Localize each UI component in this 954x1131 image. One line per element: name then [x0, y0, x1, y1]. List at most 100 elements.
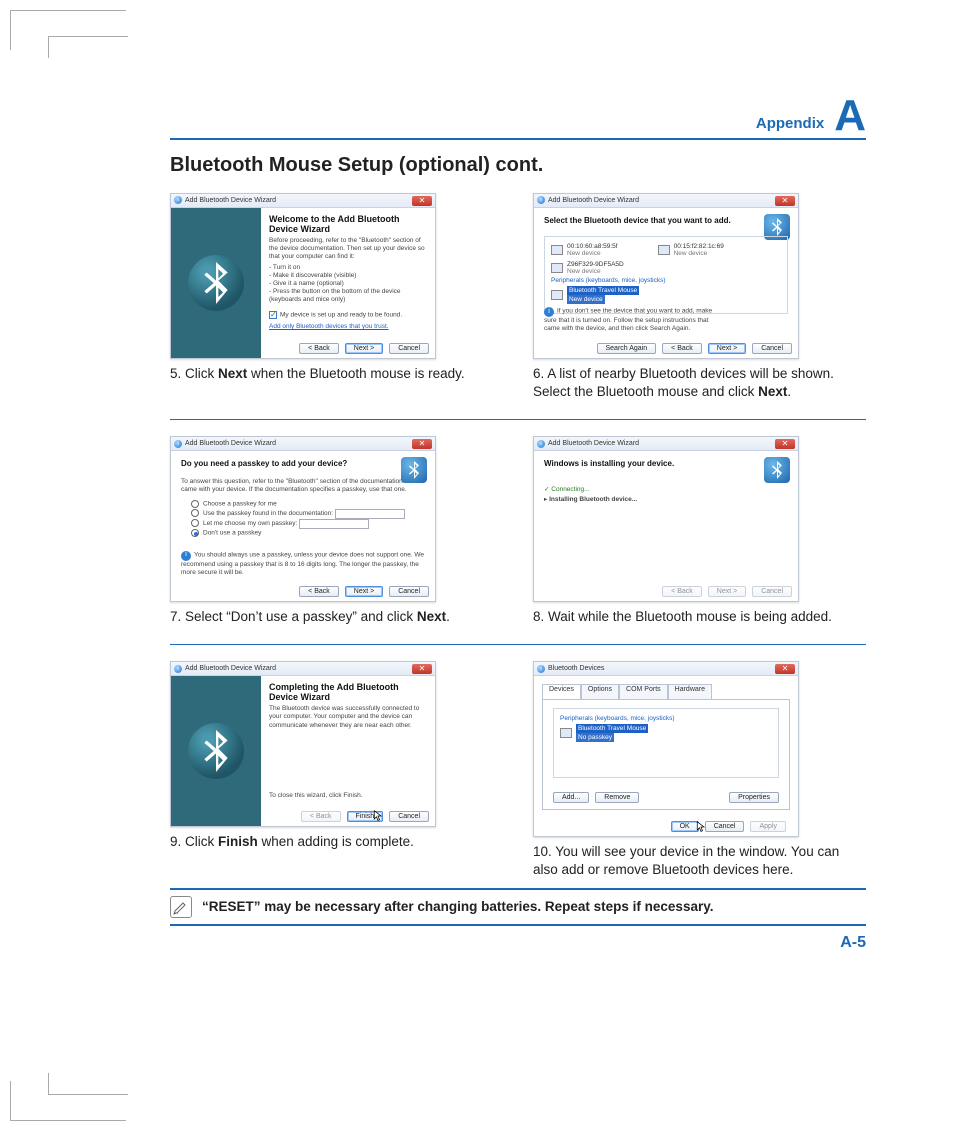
tab-devices[interactable]: Devices	[542, 684, 581, 700]
device-icon	[551, 263, 563, 273]
window-titlebar: i Add Bluetooth Device Wizard ✕	[534, 437, 798, 451]
wizard-text: The Bluetooth device was successfully co…	[269, 705, 427, 729]
passkey-input[interactable]	[299, 519, 369, 529]
row-separator	[170, 644, 866, 645]
cancel-button[interactable]: Cancel	[752, 343, 792, 354]
wizard-heading: Do you need a passkey to add your device…	[181, 459, 425, 468]
next-button[interactable]: Next >	[708, 343, 746, 354]
cancel-button[interactable]: Cancel	[389, 586, 429, 597]
window-title: Bluetooth Devices	[548, 665, 604, 672]
crop-mark	[48, 36, 128, 58]
wizard-text: Before proceeding, refer to the "Bluetoo…	[269, 237, 427, 261]
list-item: - Press the button on the bottom of the …	[269, 288, 427, 304]
wizard-button-row: < Back Next > Cancel	[299, 586, 429, 597]
cancel-button[interactable]: Cancel	[389, 343, 429, 354]
window-titlebar: i Add Bluetooth Device Wizard ✕	[534, 194, 798, 208]
radio-doc[interactable]: Use the passkey found in the documentati…	[191, 509, 425, 519]
wizard-heading: Welcome to the Add Bluetooth Device Wiza…	[269, 214, 427, 234]
next-button[interactable]: Next >	[345, 343, 383, 354]
window-titlebar: i Add Bluetooth Device Wizard ✕	[171, 194, 435, 208]
device-item[interactable]: Z96F329-9DF5A5DNew device	[551, 261, 781, 275]
step-10: i Bluetooth Devices ✕ Devices Options CO…	[533, 661, 866, 879]
device-item-selected[interactable]: Bluetooth Travel MouseNo passkey	[560, 724, 772, 742]
bluetooth-icon	[764, 457, 790, 483]
device-item[interactable]: 00:10:60:a8:59:5fNew device	[551, 243, 618, 257]
crop-mark	[48, 1073, 128, 1095]
close-icon[interactable]: ✕	[412, 439, 432, 449]
window-title: Add Bluetooth Device Wizard	[185, 440, 276, 447]
wizard-side-panel	[171, 208, 261, 358]
list-item: - Give it a name (optional)	[269, 280, 427, 288]
bluetooth-icon	[401, 457, 427, 483]
radio-choose[interactable]: Choose a passkey for me	[191, 500, 425, 509]
close-icon[interactable]: ✕	[775, 439, 795, 449]
next-button[interactable]: Next >	[345, 586, 383, 597]
device-category: Peripherals (keyboards, mice, joysticks)	[560, 715, 772, 722]
wizard-button-row: < Back Next > Cancel	[299, 343, 429, 354]
cursor-icon	[696, 821, 706, 833]
device-list[interactable]: 00:10:60:a8:59:5fNew device 00:15:f2:82:…	[544, 236, 788, 314]
cancel-button[interactable]: Cancel	[705, 821, 745, 832]
tab-comports[interactable]: COM Ports	[619, 684, 668, 700]
window-title: Add Bluetooth Device Wizard	[548, 440, 639, 447]
appendix-letter: A	[834, 96, 866, 136]
remove-button[interactable]: Remove	[595, 792, 639, 803]
checkbox-label: My device is set up and ready to be foun…	[280, 311, 402, 318]
properties-button[interactable]: Properties	[729, 792, 779, 803]
trust-link[interactable]: Add only Bluetooth devices that you trus…	[269, 323, 389, 331]
radio-icon[interactable]	[191, 500, 199, 508]
header-rule: Appendix A	[170, 96, 866, 140]
device-list[interactable]: Peripherals (keyboards, mice, joysticks)…	[553, 708, 779, 778]
back-button[interactable]: < Back	[299, 343, 339, 354]
ready-checkbox-row[interactable]: My device is set up and ready to be foun…	[269, 311, 427, 320]
close-icon[interactable]: ✕	[412, 664, 432, 674]
device-note: iIf you don't see the device that you wa…	[544, 307, 718, 333]
wizard-body: Select the Bluetooth device that you wan…	[534, 208, 798, 336]
ok-button[interactable]: OK	[671, 821, 699, 832]
back-button[interactable]: < Back	[662, 343, 702, 354]
close-icon[interactable]: ✕	[775, 196, 795, 206]
screenshot-step6: i Add Bluetooth Device Wizard ✕ Select t…	[533, 193, 799, 359]
tab-options[interactable]: Options	[581, 684, 619, 700]
dialog-button-row: OK Cancel Apply	[671, 821, 786, 832]
step5-caption: 5. Click Next when the Bluetooth mouse i…	[170, 365, 503, 383]
step-7: i Add Bluetooth Device Wizard ✕ Do you n…	[170, 436, 503, 626]
tab-hardware[interactable]: Hardware	[668, 684, 712, 700]
close-icon[interactable]: ✕	[775, 664, 795, 674]
passkey-input[interactable]	[335, 509, 405, 519]
tab-pane: Peripherals (keyboards, mice, joysticks)…	[542, 699, 790, 810]
device-item-selected[interactable]: Bluetooth Travel MouseNew device	[551, 286, 781, 304]
cursor-icon	[373, 810, 383, 822]
radio-none[interactable]: Don't use a passkey	[191, 529, 425, 538]
bluetooth-icon	[188, 723, 244, 779]
wizard-button-row: < Back Next > Cancel	[662, 586, 792, 597]
checkbox-icon[interactable]	[269, 311, 277, 319]
info-icon: i	[544, 307, 554, 317]
radio-icon[interactable]	[191, 529, 199, 537]
back-button[interactable]: < Back	[299, 586, 339, 597]
wizard-heading: Windows is installing your device.	[544, 459, 788, 468]
device-icon	[551, 245, 563, 255]
window-titlebar: i Add Bluetooth Device Wizard ✕	[171, 437, 435, 451]
search-again-button[interactable]: Search Again	[597, 343, 657, 354]
screenshot-step7: i Add Bluetooth Device Wizard ✕ Do you n…	[170, 436, 436, 602]
step8-caption: 8. Wait while the Bluetooth mouse is bei…	[533, 608, 866, 626]
info-icon: i	[174, 665, 182, 673]
add-button[interactable]: Add...	[553, 792, 589, 803]
close-icon[interactable]: ✕	[412, 196, 432, 206]
list-item: - Make it discoverable (visible)	[269, 272, 427, 280]
wizard-text: To close this wizard, click Finish.	[269, 792, 363, 800]
cancel-button[interactable]: Cancel	[389, 811, 429, 822]
radio-icon[interactable]	[191, 509, 199, 517]
radio-icon[interactable]	[191, 519, 199, 527]
screenshot-step9: i Add Bluetooth Device Wizard ✕ Completi…	[170, 661, 436, 827]
device-item[interactable]: 00:15:f2:82:1c:69New device	[658, 243, 724, 257]
reset-note-text: “RESET” may be necessary after changing …	[202, 899, 713, 914]
screenshot-step10: i Bluetooth Devices ✕ Devices Options CO…	[533, 661, 799, 837]
list-item: - Turn it on	[269, 264, 427, 272]
apply-button: Apply	[750, 821, 786, 832]
device-button-row: Add... Remove Properties	[553, 792, 779, 803]
radio-own[interactable]: Let me choose my own passkey:	[191, 519, 425, 529]
screenshot-step8: i Add Bluetooth Device Wizard ✕ Windows …	[533, 436, 799, 602]
step6-caption: 6. A list of nearby Bluetooth devices wi…	[533, 365, 866, 401]
